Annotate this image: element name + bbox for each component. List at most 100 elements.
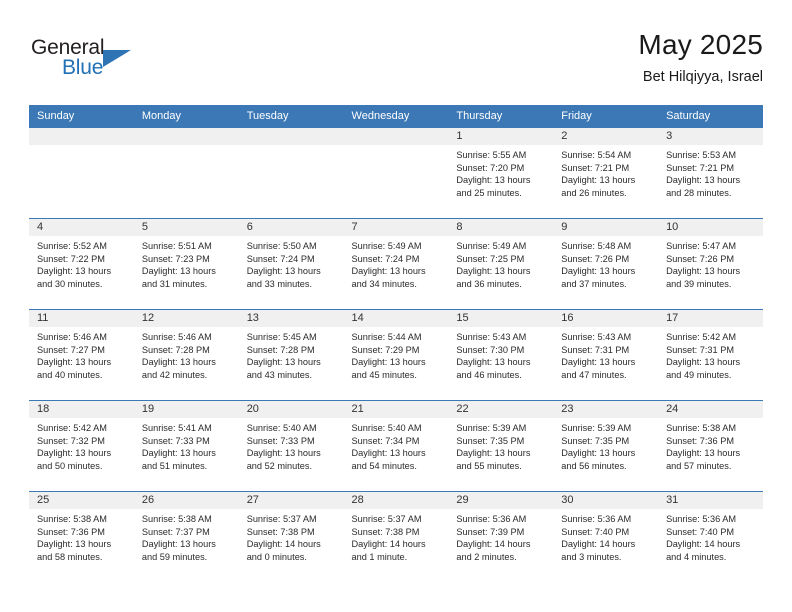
weekday-header-monday: Monday xyxy=(133,105,239,128)
calendar-day-cell[interactable]: 21 Sunrise: 5:40 AM Sunset: 7:34 PM Dayligh… xyxy=(343,400,449,492)
day-number: 26 xyxy=(133,492,239,509)
calendar-day-cell[interactable]: 12 Sunrise: 5:46 AM Sunset: 7:28 PM Dayligh… xyxy=(133,309,239,401)
day-sun-info: Sunrise: 5:51 AM Sunset: 7:23 PM Daylight:… xyxy=(134,236,239,290)
daylight-text: Daylight: 13 hours and 33 minutes. xyxy=(246,266,321,289)
day-sun-info: Sunrise: 5:44 AM Sunset: 7:29 PM Daylight:… xyxy=(344,327,449,381)
day-sun-info: Sunrise: 5:37 AM Sunset: 7:38 PM Daylight:… xyxy=(239,509,344,563)
calendar-day-cell[interactable]: 6 Sunrise: 5:50 AM Sunset: 7:24 PM Daylight… xyxy=(238,218,344,310)
weekday-header-saturday: Saturday xyxy=(658,105,763,128)
calendar-day-cell[interactable]: 22 Sunrise: 5:39 AM Sunset: 7:35 PM Dayligh… xyxy=(448,400,554,492)
sunrise-text: Sunrise: 5:38 AM xyxy=(141,514,212,524)
sunset-text: Sunset: 7:40 PM xyxy=(561,526,630,537)
daylight-text: Daylight: 14 hours and 1 minute. xyxy=(351,539,426,562)
sunrise-text: Sunrise: 5:38 AM xyxy=(666,423,737,433)
daylight-text: Daylight: 13 hours and 39 minutes. xyxy=(666,266,741,289)
daylight-text: Daylight: 13 hours and 56 minutes. xyxy=(561,448,636,471)
sunrise-text: Sunrise: 5:54 AM xyxy=(561,150,632,160)
calendar-day-cell[interactable]: 9 Sunrise: 5:48 AM Sunset: 7:26 PM Daylight… xyxy=(553,218,659,310)
day-number: 21 xyxy=(343,401,449,418)
sunrise-text: Sunrise: 5:50 AM xyxy=(246,241,317,251)
daylight-text: Daylight: 13 hours and 55 minutes. xyxy=(456,448,531,471)
daylight-text: Daylight: 13 hours and 52 minutes. xyxy=(246,448,321,471)
calendar-day-cell[interactable]: 19 Sunrise: 5:41 AM Sunset: 7:33 PM Dayligh… xyxy=(133,400,239,492)
calendar-cell-empty xyxy=(238,127,344,219)
day-number: 14 xyxy=(343,310,449,327)
calendar-day-cell[interactable]: 30 Sunrise: 5:36 AM Sunset: 7:40 PM Dayligh… xyxy=(553,491,659,583)
day-number: 13 xyxy=(238,310,344,327)
day-number: 2 xyxy=(553,128,659,145)
weekday-header-wednesday: Wednesday xyxy=(343,105,449,128)
daylight-text: Daylight: 13 hours and 36 minutes. xyxy=(456,266,531,289)
calendar-week-row: 4 Sunrise: 5:52 AM Sunset: 7:22 PM Daylight… xyxy=(29,218,763,310)
calendar-page: General Blue May 2025 Bet Hilqiyya, Isra… xyxy=(0,0,792,612)
sunrise-text: Sunrise: 5:39 AM xyxy=(561,423,632,433)
sunrise-text: Sunrise: 5:51 AM xyxy=(141,241,212,251)
sunrise-text: Sunrise: 5:42 AM xyxy=(666,332,737,342)
day-sun-info: Sunrise: 5:39 AM Sunset: 7:35 PM Daylight:… xyxy=(553,418,658,472)
day-number: 19 xyxy=(133,401,239,418)
sunrise-text: Sunrise: 5:44 AM xyxy=(351,332,422,342)
calendar-day-cell[interactable]: 28 Sunrise: 5:37 AM Sunset: 7:38 PM Dayligh… xyxy=(343,491,449,583)
sunrise-text: Sunrise: 5:45 AM xyxy=(246,332,317,342)
calendar-day-cell[interactable]: 31 Sunrise: 5:36 AM Sunset: 7:40 PM Dayligh… xyxy=(658,491,763,583)
sunset-text: Sunset: 7:29 PM xyxy=(351,344,420,355)
sunset-text: Sunset: 7:23 PM xyxy=(141,253,210,264)
day-sun-info: Sunrise: 5:40 AM Sunset: 7:33 PM Daylight:… xyxy=(239,418,344,472)
sunrise-text: Sunrise: 5:42 AM xyxy=(37,423,107,433)
sunset-text: Sunset: 7:24 PM xyxy=(351,253,420,264)
page-title: May 2025 xyxy=(638,29,763,60)
daylight-text: Daylight: 13 hours and 26 minutes. xyxy=(561,175,636,198)
day-sun-info: Sunrise: 5:54 AM Sunset: 7:21 PM Daylight:… xyxy=(553,145,658,199)
calendar-day-cell[interactable]: 17 Sunrise: 5:42 AM Sunset: 7:31 PM Dayligh… xyxy=(658,309,763,401)
calendar-day-cell[interactable]: 20 Sunrise: 5:40 AM Sunset: 7:33 PM Dayligh… xyxy=(238,400,344,492)
calendar-day-cell[interactable]: 11 Sunrise: 5:46 AM Sunset: 7:27 PM Dayligh… xyxy=(29,309,134,401)
calendar-day-cell[interactable]: 13 Sunrise: 5:45 AM Sunset: 7:28 PM Dayligh… xyxy=(238,309,344,401)
day-sun-info: Sunrise: 5:49 AM Sunset: 7:25 PM Daylight:… xyxy=(448,236,553,290)
calendar-day-cell[interactable]: 3 Sunrise: 5:53 AM Sunset: 7:21 PM Daylight… xyxy=(658,127,763,219)
sunset-text: Sunset: 7:21 PM xyxy=(666,162,734,173)
sunrise-text: Sunrise: 5:49 AM xyxy=(456,241,527,251)
calendar-day-cell[interactable]: 29 Sunrise: 5:36 AM Sunset: 7:39 PM Dayligh… xyxy=(448,491,554,583)
daylight-text: Daylight: 13 hours and 50 minutes. xyxy=(37,448,112,471)
sunset-text: Sunset: 7:26 PM xyxy=(561,253,630,264)
sunrise-text: Sunrise: 5:40 AM xyxy=(351,423,422,433)
sunset-text: Sunset: 7:22 PM xyxy=(37,253,105,264)
daylight-text: Daylight: 13 hours and 43 minutes. xyxy=(246,357,321,380)
calendar-day-cell[interactable]: 25 Sunrise: 5:38 AM Sunset: 7:36 PM Dayligh… xyxy=(29,491,134,583)
sunset-text: Sunset: 7:31 PM xyxy=(561,344,630,355)
calendar-day-cell[interactable]: 5 Sunrise: 5:51 AM Sunset: 7:23 PM Daylight… xyxy=(133,218,239,310)
calendar-day-cell[interactable]: 7 Sunrise: 5:49 AM Sunset: 7:24 PM Daylight… xyxy=(343,218,449,310)
calendar-day-cell[interactable]: 27 Sunrise: 5:37 AM Sunset: 7:38 PM Dayligh… xyxy=(238,491,344,583)
day-number: 24 xyxy=(658,401,763,418)
calendar-day-cell[interactable]: 16 Sunrise: 5:43 AM Sunset: 7:31 PM Dayligh… xyxy=(553,309,659,401)
calendar-day-cell[interactable]: 26 Sunrise: 5:38 AM Sunset: 7:37 PM Dayligh… xyxy=(133,491,239,583)
sunset-text: Sunset: 7:20 PM xyxy=(456,162,525,173)
daylight-text: Daylight: 13 hours and 25 minutes. xyxy=(456,175,531,198)
day-number: 23 xyxy=(553,401,659,418)
calendar-day-cell[interactable]: 14 Sunrise: 5:44 AM Sunset: 7:29 PM Dayligh… xyxy=(343,309,449,401)
daylight-text: Daylight: 13 hours and 45 minutes. xyxy=(351,357,426,380)
day-sun-info: Sunrise: 5:39 AM Sunset: 7:35 PM Daylight:… xyxy=(448,418,553,472)
weekday-header-thursday: Thursday xyxy=(448,105,554,128)
calendar-day-cell[interactable]: 24 Sunrise: 5:38 AM Sunset: 7:36 PM Dayligh… xyxy=(658,400,763,492)
calendar-week-row: 18 Sunrise: 5:42 AM Sunset: 7:32 PM Dayligh… xyxy=(29,400,763,492)
day-sun-info: Sunrise: 5:37 AM Sunset: 7:38 PM Daylight:… xyxy=(344,509,449,563)
calendar-day-cell[interactable]: 4 Sunrise: 5:52 AM Sunset: 7:22 PM Daylight… xyxy=(29,218,134,310)
day-number: 8 xyxy=(448,219,554,236)
calendar-day-cell[interactable]: 1 Sunrise: 5:55 AM Sunset: 7:20 PM Daylight… xyxy=(448,127,554,219)
calendar-day-cell[interactable]: 15 Sunrise: 5:43 AM Sunset: 7:30 PM Dayligh… xyxy=(448,309,554,401)
sunrise-text: Sunrise: 5:39 AM xyxy=(456,423,527,433)
calendar-body: 1 Sunrise: 5:55 AM Sunset: 7:20 PM Daylight… xyxy=(29,127,763,583)
calendar-day-cell[interactable]: 10 Sunrise: 5:47 AM Sunset: 7:26 PM Dayligh… xyxy=(658,218,763,310)
calendar-day-cell[interactable]: 8 Sunrise: 5:49 AM Sunset: 7:25 PM Daylight… xyxy=(448,218,554,310)
sunset-text: Sunset: 7:26 PM xyxy=(666,253,734,264)
day-number: 15 xyxy=(448,310,554,327)
daylight-text: Daylight: 13 hours and 49 minutes. xyxy=(666,357,741,380)
calendar-day-cell[interactable]: 2 Sunrise: 5:54 AM Sunset: 7:21 PM Daylight… xyxy=(553,127,659,219)
calendar-day-cell[interactable]: 18 Sunrise: 5:42 AM Sunset: 7:32 PM Dayligh… xyxy=(29,400,134,492)
sunrise-text: Sunrise: 5:53 AM xyxy=(666,150,737,160)
weekday-header-sunday: Sunday xyxy=(29,105,134,128)
calendar-day-cell[interactable]: 23 Sunrise: 5:39 AM Sunset: 7:35 PM Dayligh… xyxy=(553,400,659,492)
sunset-text: Sunset: 7:28 PM xyxy=(246,344,315,355)
day-number xyxy=(343,128,449,145)
